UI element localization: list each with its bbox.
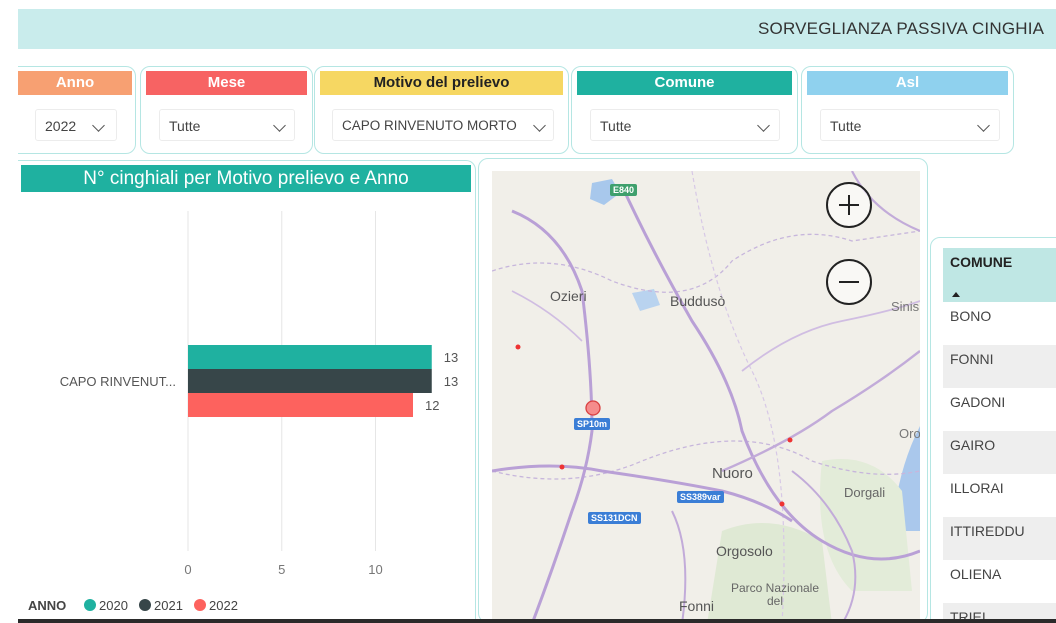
road-badge: SS389var bbox=[677, 491, 724, 503]
slicer-asl[interactable]: Asl Tutte bbox=[801, 66, 1014, 154]
chevron-down-icon bbox=[92, 119, 105, 132]
bar-2022[interactable] bbox=[188, 393, 413, 417]
bar-chart-visual[interactable]: N° cinghiali per Motivo prelievo e Anno … bbox=[18, 160, 476, 623]
chevron-down-icon bbox=[533, 119, 546, 132]
slicer-motivo-header: Motivo del prelievo bbox=[320, 71, 563, 95]
chevron-down-icon bbox=[757, 119, 770, 132]
category-label: CAPO RINVENUT... bbox=[60, 374, 176, 389]
chevron-down-icon bbox=[977, 119, 990, 132]
map-marker[interactable] bbox=[515, 344, 521, 350]
column-header-label: COMUNE bbox=[950, 254, 1013, 270]
map-place-label: Nuoro bbox=[712, 465, 753, 482]
map-road bbox=[511, 209, 594, 622]
chevron-down-icon bbox=[273, 119, 286, 132]
slicer-motivo[interactable]: Motivo del prelievo CAPO RINVENUTO MORTO bbox=[314, 66, 569, 154]
map-place-label: Oro bbox=[899, 426, 920, 441]
slicer-anno-dropdown[interactable]: 2022 bbox=[35, 109, 117, 141]
map-svg bbox=[492, 171, 920, 622]
table-cell: GAIRO bbox=[950, 437, 996, 453]
map-place-label: Orgosolo bbox=[716, 543, 773, 559]
map-green-area bbox=[820, 459, 912, 591]
bar-chart[interactable]: 0 5 10 CAPO RINVENUT... 13 13 12 ANNO 2020 2021 20… bbox=[18, 161, 476, 623]
map-marker-large[interactable] bbox=[585, 400, 601, 416]
slicer-anno[interactable]: Anno 2022 bbox=[18, 66, 136, 154]
legend-marker-2021 bbox=[139, 599, 151, 611]
road-badge: SP10m bbox=[574, 418, 611, 430]
table-cell: BONO bbox=[950, 308, 992, 324]
slicer-comune[interactable]: Comune Tutte bbox=[571, 66, 798, 154]
slicer-mese-header: Mese bbox=[146, 71, 307, 95]
table-row[interactable]: BONO bbox=[943, 302, 1056, 345]
data-label: 12 bbox=[425, 398, 439, 413]
data-label: 13 bbox=[444, 374, 458, 389]
x-tick-label: 0 bbox=[184, 562, 191, 577]
x-tick-label: 10 bbox=[368, 562, 382, 577]
map-place-label: Dorgali bbox=[844, 485, 886, 500]
legend-label: 2020 bbox=[99, 598, 128, 613]
table-cell: OLIENA bbox=[950, 566, 1002, 582]
minus-circle-icon[interactable] bbox=[826, 259, 872, 305]
legend-label: 2021 bbox=[154, 598, 183, 613]
map-marker[interactable] bbox=[787, 437, 793, 443]
map-marker[interactable] bbox=[779, 501, 785, 507]
table-row[interactable]: ILLORAI bbox=[943, 474, 1056, 517]
report-title: SORVEGLIANZA PASSIVA CINGHIA bbox=[758, 19, 1045, 38]
map-place-label: Ozieri bbox=[550, 288, 587, 304]
slicer-mese-value: Tutte bbox=[169, 118, 201, 134]
data-label: 13 bbox=[444, 350, 458, 365]
report-title-bar: SORVEGLIANZA PASSIVA CINGHIA bbox=[18, 9, 1056, 49]
map-place-label: Buddusò bbox=[670, 293, 726, 309]
legend-marker-2020 bbox=[84, 599, 96, 611]
slicer-comune-header: Comune bbox=[577, 71, 792, 95]
legend-title: ANNO bbox=[28, 598, 66, 613]
bottom-scrollbar bbox=[18, 619, 1056, 623]
slicer-asl-value: Tutte bbox=[830, 118, 862, 134]
slicer-mese[interactable]: Mese Tutte bbox=[140, 66, 313, 154]
x-tick-label: 5 bbox=[278, 562, 285, 577]
slicer-motivo-value: CAPO RINVENUTO MORTO bbox=[342, 118, 517, 133]
map-visual[interactable]: E840 SP10m SS389var SS131DCN Ozieri Budd… bbox=[478, 158, 928, 623]
table-row[interactable]: OLIENA bbox=[943, 560, 1056, 603]
road-badge: E840 bbox=[610, 184, 638, 196]
table-header-comune[interactable]: COMUNE bbox=[943, 248, 1056, 302]
plus-circle-icon[interactable] bbox=[826, 182, 872, 228]
table-row[interactable]: GADONI bbox=[943, 388, 1056, 431]
map-place-label: Sinis bbox=[891, 299, 920, 314]
legend-marker-2022 bbox=[194, 599, 206, 611]
comune-table[interactable]: COMUNE BONO FONNI GADONI GAIRO ILLORAI I… bbox=[930, 237, 1056, 623]
slicer-comune-value: Tutte bbox=[600, 118, 632, 134]
table-cell: ILLORAI bbox=[950, 480, 1004, 496]
sort-ascending-icon[interactable] bbox=[952, 292, 960, 297]
slicer-comune-dropdown[interactable]: Tutte bbox=[590, 109, 780, 141]
slicer-motivo-dropdown[interactable]: CAPO RINVENUTO MORTO bbox=[332, 109, 554, 141]
table-cell: FONNI bbox=[950, 351, 994, 367]
map-marker[interactable] bbox=[559, 464, 565, 470]
map-canvas[interactable]: E840 SP10m SS389var SS131DCN Ozieri Budd… bbox=[492, 171, 920, 622]
bar-2020[interactable] bbox=[188, 345, 432, 369]
table-cell: GADONI bbox=[950, 394, 1006, 410]
table-row[interactable]: GAIRO bbox=[943, 431, 1056, 474]
table-row[interactable]: FONNI bbox=[943, 345, 1056, 388]
road-badge: SS131DCN bbox=[588, 512, 641, 524]
map-place-label: Parco Nazionale del bbox=[730, 581, 820, 608]
map-park-area bbox=[707, 523, 832, 622]
legend-label: 2022 bbox=[209, 598, 238, 613]
table-row[interactable]: ITTIREDDU bbox=[943, 517, 1056, 560]
slicer-mese-dropdown[interactable]: Tutte bbox=[159, 109, 295, 141]
slicer-asl-dropdown[interactable]: Tutte bbox=[820, 109, 1000, 141]
slicer-asl-header: Asl bbox=[807, 71, 1008, 95]
slicer-anno-value: 2022 bbox=[45, 118, 77, 134]
table-cell: ITTIREDDU bbox=[950, 523, 1025, 539]
map-place-label: Fonni bbox=[679, 598, 715, 614]
slicer-anno-header: Anno bbox=[18, 71, 132, 95]
bar-2021[interactable] bbox=[188, 369, 432, 393]
